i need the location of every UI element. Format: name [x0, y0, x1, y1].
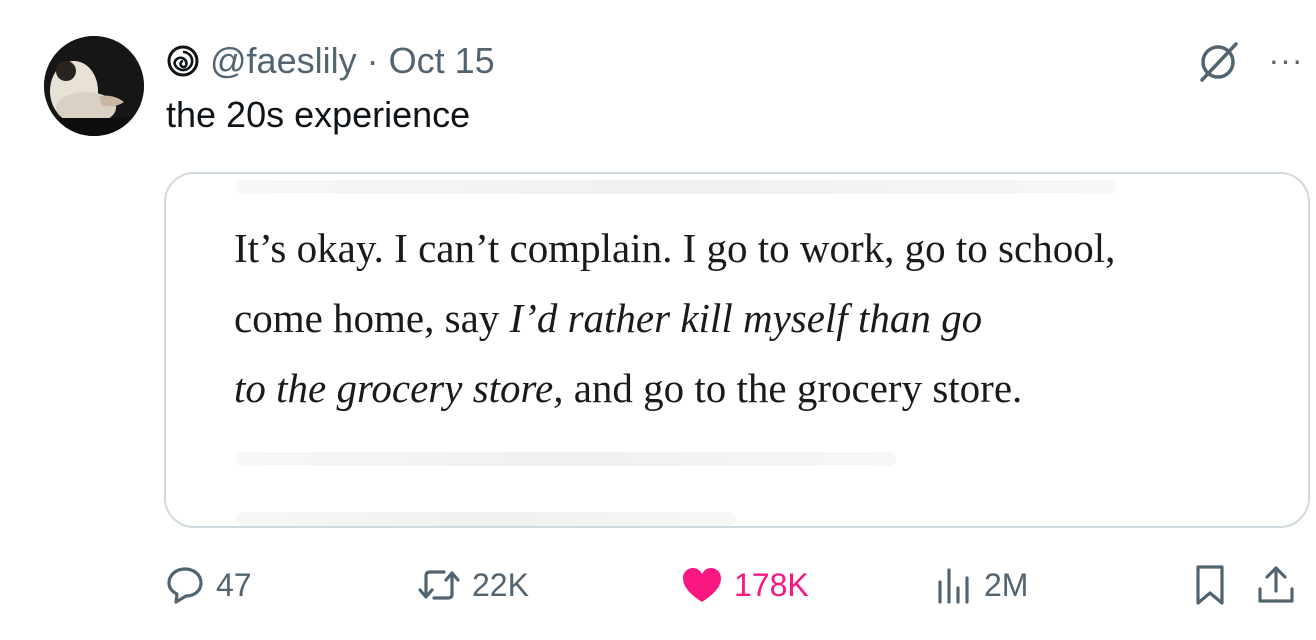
quote-line-2-italic: I’d rather kill myself than go: [509, 295, 983, 341]
faded-text-line: [236, 512, 736, 526]
quote-line-2: come home, say I’d rather kill myself th…: [234, 294, 982, 342]
retweet-count: 22K: [472, 566, 529, 603]
share-icon: [1258, 566, 1294, 603]
reply-count: 47: [216, 566, 252, 603]
grok-icon[interactable]: [1196, 38, 1242, 84]
quote-line-1: It’s okay. I can’t complain. I go to wor…: [234, 225, 1116, 271]
action-bar: 47 22K 178K 2M: [164, 560, 1310, 610]
tweet-text: the 20s experience: [166, 94, 471, 135]
quote-line-3-italic: to the grocery store,: [234, 365, 564, 411]
reply-icon: [167, 567, 203, 604]
avatar-image: [44, 36, 144, 136]
views-count: 2M: [984, 566, 1029, 603]
heart-icon: [683, 568, 721, 602]
more-icon[interactable]: ···: [1264, 42, 1308, 78]
user-handle[interactable]: @faeslily: [210, 40, 357, 82]
quote-line-3: to the grocery store, and go to the groc…: [234, 364, 1022, 412]
bookmark-button[interactable]: [1190, 560, 1230, 610]
views-button[interactable]: 2M: [934, 560, 1028, 610]
tweet-header: @faeslily · Oct 15: [166, 40, 495, 82]
retweet-button[interactable]: 22K: [416, 560, 529, 610]
retweet-icon: [418, 570, 460, 600]
tweet-card[interactable]: @faeslily · Oct 15 the 20s experience ··…: [0, 0, 1316, 640]
like-button[interactable]: 178K: [680, 560, 809, 610]
spiral-icon: [166, 44, 200, 78]
quote-line-3-plain: and go to the grocery store.: [563, 365, 1023, 411]
media-image[interactable]: It’s okay. I can’t complain. I go to wor…: [164, 172, 1310, 528]
faded-text-line: [236, 180, 1116, 194]
bookmark-icon: [1196, 565, 1224, 605]
separator-dot: ·: [366, 40, 379, 81]
quote-line-2-plain: come home, say: [234, 295, 510, 341]
faded-text-line: [236, 452, 896, 466]
like-count: 178K: [734, 566, 809, 603]
reply-button[interactable]: 47: [164, 560, 252, 610]
share-button[interactable]: [1254, 560, 1298, 610]
tweet-date[interactable]: Oct 15: [389, 40, 495, 82]
views-icon: [938, 568, 969, 604]
avatar[interactable]: [44, 36, 144, 136]
